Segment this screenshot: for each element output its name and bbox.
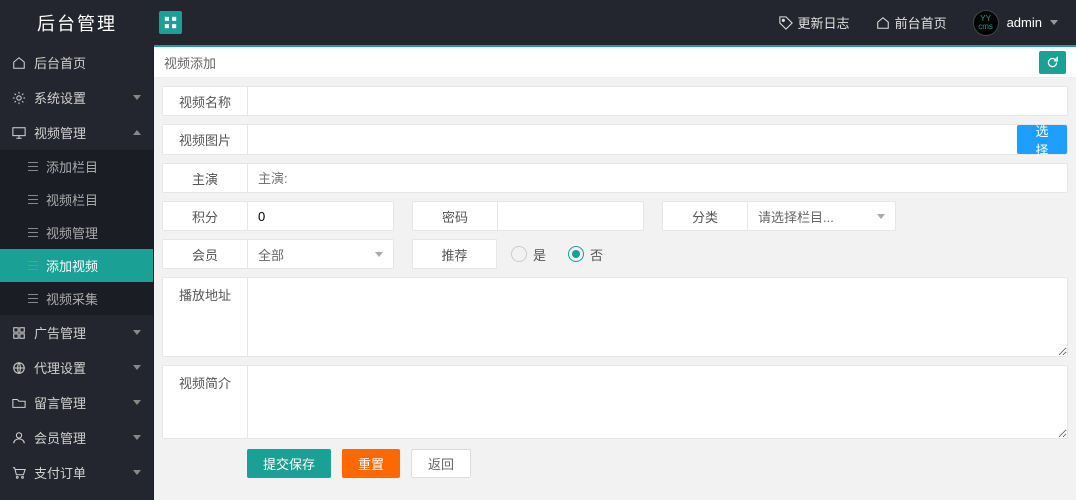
home-icon — [12, 56, 26, 70]
sidebar-item-5[interactable]: 留言管理 — [0, 385, 153, 420]
submit-button[interactable]: 提交保存 — [247, 449, 331, 478]
radio-icon — [511, 246, 527, 262]
category-label: 分类 — [663, 202, 748, 230]
sidebar-subitem-2-3[interactable]: 添加视频 — [0, 249, 153, 282]
sidebar-subitem-label: 视频栏目 — [46, 190, 98, 209]
sidebar-item-label: 会员管理 — [34, 428, 86, 447]
select-button[interactable]: 选择 — [1017, 125, 1067, 154]
intro-label: 视频简介 — [163, 366, 248, 438]
home-icon — [876, 16, 890, 30]
actor-input[interactable] — [248, 164, 1067, 192]
sidebar-item-label: 视频管理 — [34, 123, 86, 142]
radio-icon — [568, 246, 584, 262]
update-log-label: 更新日志 — [798, 13, 850, 32]
reset-button[interactable]: 重置 — [342, 449, 400, 478]
cart-icon — [12, 466, 26, 480]
chevron-icon — [133, 435, 141, 440]
menu-toggle-button[interactable] — [159, 11, 182, 34]
member-select[interactable]: 全部 — [248, 240, 393, 268]
chevron-down-icon — [1050, 20, 1058, 25]
brand-title: 后台管理 — [0, 10, 154, 36]
avatar: YYcms — [973, 10, 999, 36]
sidebar-item-label: 系统设置 — [34, 88, 86, 107]
sidebar-item-8[interactable]: 辅助管理 — [0, 490, 153, 500]
sidebar: 后台首页系统设置视频管理添加栏目视频栏目视频管理添加视频视频采集广告管理代理设置… — [0, 45, 154, 500]
radio-yes-label: 是 — [533, 245, 546, 264]
sidebar-item-label: 支付订单 — [34, 463, 86, 482]
name-label: 视频名称 — [163, 87, 248, 115]
member-label: 会员 — [163, 240, 248, 268]
monitor-icon — [12, 126, 26, 140]
points-label: 积分 — [163, 202, 248, 230]
category-select[interactable]: 请选择栏目... — [748, 202, 895, 230]
username: admin — [1007, 15, 1042, 30]
grid-icon — [12, 326, 26, 340]
chevron-icon — [133, 330, 141, 335]
recommend-yes-radio[interactable]: 是 — [511, 245, 546, 264]
sidebar-item-0[interactable]: 后台首页 — [0, 45, 153, 80]
tag-icon — [779, 16, 793, 30]
sidebar-item-3[interactable]: 广告管理 — [0, 315, 153, 350]
update-log-link[interactable]: 更新日志 — [779, 13, 850, 32]
content: 视频添加 视频名称 视频图片 选择 主演 — [154, 45, 1076, 500]
back-button[interactable]: 返回 — [411, 449, 471, 478]
recommend-label: 推荐 — [412, 239, 497, 269]
grid-icon — [164, 16, 177, 29]
frontend-link[interactable]: 前台首页 — [876, 13, 947, 32]
sidebar-subitem-2-1[interactable]: 视频栏目 — [0, 183, 153, 216]
sidebar-subitem-label: 视频管理 — [46, 223, 98, 242]
chevron-icon — [133, 470, 141, 475]
actor-label: 主演 — [163, 164, 248, 192]
chevron-icon — [133, 365, 141, 370]
password-label: 密码 — [413, 202, 498, 230]
sidebar-item-label: 广告管理 — [34, 323, 86, 342]
sidebar-item-2[interactable]: 视频管理 — [0, 115, 153, 150]
sidebar-item-label: 代理设置 — [34, 358, 86, 377]
sidebar-item-6[interactable]: 会员管理 — [0, 420, 153, 455]
sidebar-item-7[interactable]: 支付订单 — [0, 455, 153, 490]
list-icon — [28, 199, 38, 200]
sidebar-subitem-2-2[interactable]: 视频管理 — [0, 216, 153, 249]
refresh-button[interactable] — [1039, 51, 1066, 74]
folder-icon — [12, 396, 26, 410]
list-icon — [28, 232, 38, 233]
sidebar-item-4[interactable]: 代理设置 — [0, 350, 153, 385]
sidebar-item-1[interactable]: 系统设置 — [0, 80, 153, 115]
user-icon — [12, 431, 26, 445]
list-icon — [28, 298, 38, 299]
sidebar-item-label: 留言管理 — [34, 393, 86, 412]
list-icon — [28, 265, 38, 266]
breadcrumb: 视频添加 — [164, 53, 216, 72]
refresh-icon — [1046, 56, 1059, 69]
playurl-label: 播放地址 — [163, 278, 248, 356]
user-menu[interactable]: YYcms admin — [973, 10, 1058, 36]
sidebar-subitem-2-0[interactable]: 添加栏目 — [0, 150, 153, 183]
list-icon — [28, 166, 38, 167]
intro-textarea[interactable] — [248, 366, 1067, 438]
image-input[interactable] — [248, 125, 1017, 153]
sidebar-subitem-label: 添加栏目 — [46, 157, 98, 176]
sidebar-subitem-2-4[interactable]: 视频采集 — [0, 282, 153, 315]
name-input[interactable] — [248, 87, 1067, 115]
recommend-no-radio[interactable]: 否 — [568, 245, 603, 264]
frontend-label: 前台首页 — [895, 13, 947, 32]
sidebar-subitem-label: 视频采集 — [46, 289, 98, 308]
chevron-icon — [133, 95, 141, 100]
chevron-icon — [133, 130, 141, 135]
sidebar-item-label: 后台首页 — [34, 53, 86, 72]
gear-icon — [12, 91, 26, 105]
globe-icon — [12, 361, 26, 375]
chevron-icon — [133, 400, 141, 405]
radio-no-label: 否 — [590, 245, 603, 264]
image-label: 视频图片 — [163, 125, 248, 154]
playurl-textarea[interactable] — [248, 278, 1067, 356]
sidebar-subitem-label: 添加视频 — [46, 256, 98, 275]
